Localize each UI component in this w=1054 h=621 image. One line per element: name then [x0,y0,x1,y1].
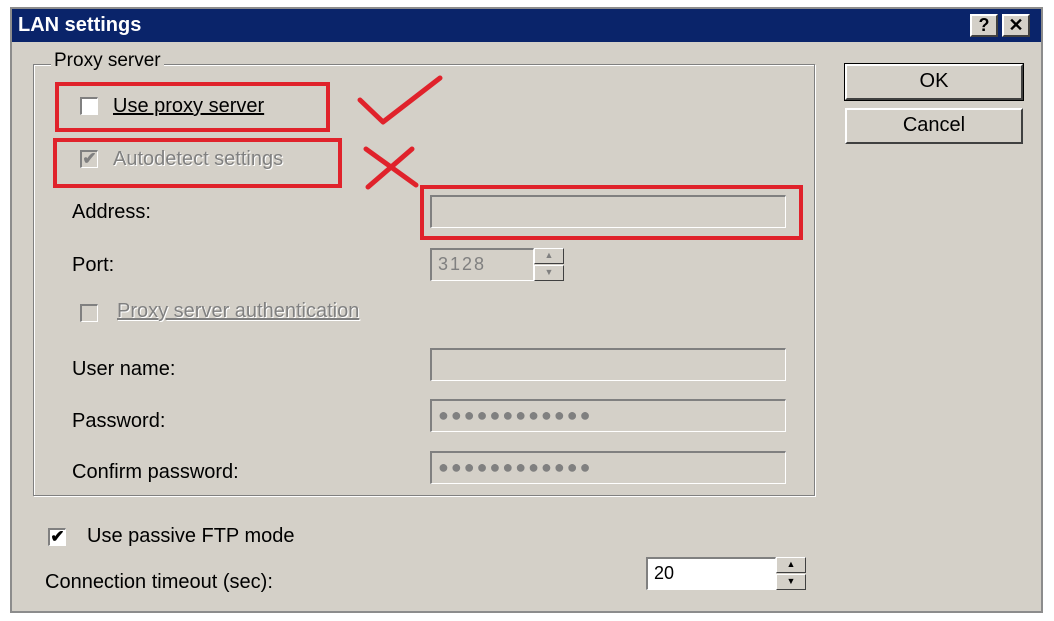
password-label: Password: [72,410,166,432]
cross-annotation-icon [363,146,419,190]
check-annotation-icon [357,75,443,125]
title-bar: LAN settings ? ✕ [12,9,1041,42]
address-label: Address: [72,201,151,223]
timeout-field[interactable]: 20 [646,557,776,590]
ok-button[interactable]: OK [844,63,1024,101]
port-spinner[interactable]: ▲ ▼ [534,248,564,281]
port-down-arrow-icon[interactable]: ▼ [534,265,564,281]
username-label: User name: [72,358,176,380]
dialog-title: LAN settings [18,14,142,36]
port-label: Port: [72,254,115,276]
confirm-password-field[interactable]: ●●●●●●●●●●●● [430,451,786,484]
passive-ftp-checkbox[interactable]: ✔ [48,528,66,546]
confirm-password-label: Confirm password: [72,461,239,483]
highlight-box-use-proxy [55,82,330,132]
passive-ftp-label[interactable]: Use passive FTP mode [87,525,295,548]
proxy-group-label: Proxy server [51,50,164,72]
port-field[interactable]: 3128 [430,248,534,281]
timeout-spinner[interactable]: ▲ ▼ [776,557,806,590]
help-button[interactable]: ? [970,14,998,37]
port-up-arrow-icon[interactable]: ▲ [534,248,564,264]
username-field[interactable] [430,348,786,381]
proxy-auth-label: Proxy server authentication [117,300,360,322]
highlight-box-address [420,185,803,240]
password-field[interactable]: ●●●●●●●●●●●● [430,399,786,432]
highlight-box-autodetect [53,138,342,188]
close-button[interactable]: ✕ [1002,14,1030,37]
timeout-up-arrow-icon[interactable]: ▲ [776,557,806,573]
cancel-button[interactable]: Cancel [845,108,1023,144]
proxy-auth-checkbox[interactable] [80,304,98,322]
timeout-down-arrow-icon[interactable]: ▼ [776,574,806,590]
timeout-label: Connection timeout (sec): [45,571,273,593]
